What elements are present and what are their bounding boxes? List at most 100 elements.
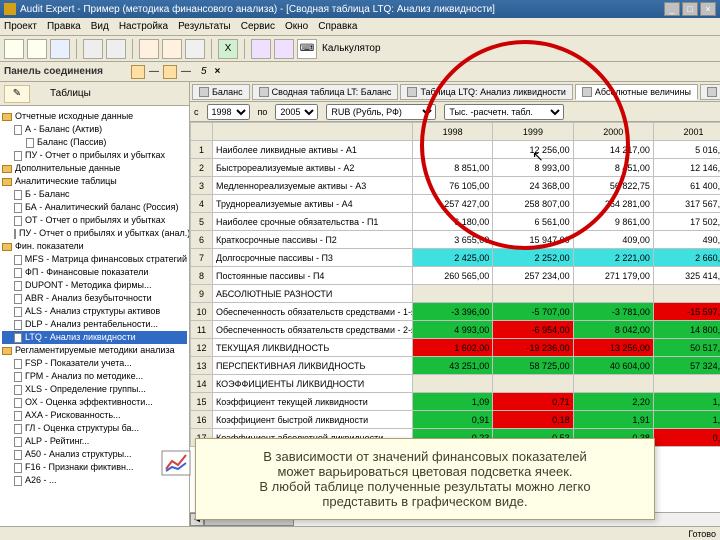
excel-export-button[interactable]: X xyxy=(218,39,238,59)
data-grid[interactable]: 199819992000200120021Наиболее ликвидные … xyxy=(190,122,720,447)
cell[interactable]: 260 565,00 xyxy=(413,267,493,285)
cell[interactable]: 317 567,25 xyxy=(653,195,720,213)
table-row[interactable]: 16Коэффициент быстрой ликвидности0,910,1… xyxy=(191,411,720,429)
tree-node[interactable]: ГРМ - Анализ по методике... xyxy=(2,370,187,383)
cell[interactable]: 0,71 xyxy=(493,393,573,411)
cell[interactable] xyxy=(413,375,493,393)
open-button[interactable] xyxy=(27,39,47,59)
cell[interactable]: 490,82 xyxy=(653,231,720,249)
menu-item[interactable]: Результаты xyxy=(178,21,231,32)
maximize-button[interactable]: □ xyxy=(682,2,698,16)
menu-item[interactable]: Окно xyxy=(285,21,308,32)
cell[interactable]: 1 602,00 xyxy=(413,339,493,357)
tree-node[interactable]: ОТ - Отчет о прибылях и убытках xyxy=(2,214,187,227)
cell[interactable]: 8 451,00 xyxy=(573,159,653,177)
cell[interactable]: 14 800,41 xyxy=(653,321,720,339)
table-row[interactable]: 15Коэффициент текущей ликвидности1,090,7… xyxy=(191,393,720,411)
cell[interactable]: 8 042,00 xyxy=(573,321,653,339)
column-header[interactable]: 1999 xyxy=(493,123,573,141)
cell[interactable]: 58 725,00 xyxy=(493,357,573,375)
cell[interactable]: -5 707,00 xyxy=(493,303,573,321)
cell[interactable]: 50 517,00 xyxy=(653,339,720,357)
cell[interactable]: 2 425,00 xyxy=(413,249,493,267)
tree-node[interactable]: XLS - Определение группы... xyxy=(2,383,187,396)
cell[interactable]: 4 993,00 xyxy=(413,321,493,339)
cell[interactable]: -19 236,00 xyxy=(493,339,573,357)
preview-button[interactable] xyxy=(106,39,126,59)
table-row[interactable]: 10Обеспеченность обязательств средствами… xyxy=(191,303,720,321)
table-row[interactable]: 2Быстрореализуемые активы - А28 851,008 … xyxy=(191,159,720,177)
cell[interactable]: 264 281,00 xyxy=(573,195,653,213)
menu-item[interactable]: Справка xyxy=(318,21,357,32)
cell[interactable]: 9 861,00 xyxy=(573,213,653,231)
cell[interactable]: 24 368,00 xyxy=(493,177,573,195)
table-row[interactable]: 4Труднореализуемые активы - А4257 427,00… xyxy=(191,195,720,213)
cell[interactable]: -3 396,00 xyxy=(413,303,493,321)
cell[interactable]: 1,55 xyxy=(653,393,720,411)
cell[interactable]: 40 604,00 xyxy=(573,357,653,375)
tree-node[interactable]: Аналитические таблицы xyxy=(2,175,187,188)
cell[interactable]: -3 781,00 xyxy=(573,303,653,321)
cell[interactable]: 0,91 xyxy=(413,411,493,429)
cell[interactable]: 17 502,00 xyxy=(653,213,720,231)
cell[interactable]: 257 427,00 xyxy=(413,195,493,213)
year-from-select[interactable]: 1998 xyxy=(207,104,250,120)
minimize-button[interactable]: _ xyxy=(664,2,680,16)
cell[interactable] xyxy=(573,285,653,303)
cell[interactable]: 8 851,00 xyxy=(413,159,493,177)
cell[interactable]: 14 217,00 xyxy=(573,141,653,159)
cell[interactable]: -15 597,82 xyxy=(653,303,720,321)
cell[interactable] xyxy=(573,375,653,393)
table-row[interactable]: 14КОЭФФИЦИЕНТЫ ЛИКВИДНОСТИ xyxy=(191,375,720,393)
undo-button[interactable] xyxy=(185,39,205,59)
cell[interactable]: 15 947,00 xyxy=(493,231,573,249)
cell[interactable]: 6 561,00 xyxy=(493,213,573,231)
tree-node[interactable]: ALS - Анализ структуры активов xyxy=(2,305,187,318)
chart-button[interactable] xyxy=(251,39,271,59)
tree-node[interactable]: FSP - Показатели учета... xyxy=(2,357,187,370)
cell[interactable]: 2 252,00 xyxy=(493,249,573,267)
cell[interactable] xyxy=(653,375,720,393)
sheet-tab[interactable]: Соотношение LTQ: Анализ ликвидности xyxy=(700,84,720,100)
table-row[interactable]: 6Краткосрочные пассивы - П23 655,0015 94… xyxy=(191,231,720,249)
tree-node[interactable]: А - Баланс (Актив) xyxy=(2,123,187,136)
cell[interactable]: 12 256,00 xyxy=(493,141,573,159)
tree-node[interactable]: МFS - Матрица финансовых стратегий xyxy=(2,253,187,266)
tree-node[interactable]: ПУ - Отчет о прибылях и убытках xyxy=(2,149,187,162)
tree-node[interactable]: БА - Аналитический баланс (Россия) xyxy=(2,201,187,214)
cell[interactable]: 3 655,00 xyxy=(413,231,493,249)
table-row[interactable]: 1Наиболее ликвидные активы - А112 256,00… xyxy=(191,141,720,159)
tree-node[interactable]: DLP - Анализ рентабельности... xyxy=(2,318,187,331)
cell[interactable]: 8 993,00 xyxy=(493,159,573,177)
tree-node[interactable]: ФП - Финансовые показатели xyxy=(2,266,187,279)
tree-node[interactable]: ПУ - Отчет о прибылях и убытках (анал.) xyxy=(2,227,187,240)
column-header[interactable]: 2001 xyxy=(653,123,720,141)
menu-item[interactable]: Вид xyxy=(91,21,109,32)
wizard-button[interactable] xyxy=(274,39,294,59)
tree-node[interactable]: Отчетные исходные данные xyxy=(2,110,187,123)
process-button[interactable] xyxy=(131,65,145,79)
cell[interactable]: 12 146,25 xyxy=(653,159,720,177)
menu-item[interactable]: Настройка xyxy=(119,21,168,32)
menu-item[interactable]: Проект xyxy=(4,21,37,32)
tree-node[interactable]: ОХ - Оценка эффективности... xyxy=(2,396,187,409)
cell[interactable]: 13 256,00 xyxy=(573,339,653,357)
paste-button[interactable] xyxy=(162,39,182,59)
cell[interactable]: 6 180,00 xyxy=(413,213,493,231)
currency-select[interactable]: RUB (Рубль, РФ) xyxy=(326,104,436,120)
sheet-tab[interactable]: Таблица LTQ: Анализ ликвидности xyxy=(400,84,572,100)
cell[interactable]: 43 251,00 xyxy=(413,357,493,375)
tree-node[interactable]: Баланс (Пассив) xyxy=(2,136,187,149)
column-header[interactable]: 2000 xyxy=(573,123,653,141)
tree-node[interactable]: Фин. показатели xyxy=(2,240,187,253)
tree-node[interactable]: ABR - Анализ безубыточности xyxy=(2,292,187,305)
cell[interactable]: 2 221,00 xyxy=(573,249,653,267)
cell[interactable] xyxy=(413,285,493,303)
year-to-select[interactable]: 2005 xyxy=(275,104,318,120)
cell[interactable]: 325 414,82 xyxy=(653,267,720,285)
tree-node[interactable]: ГЛ - Оценка структуры ба... xyxy=(2,422,187,435)
cell[interactable]: 0,18 xyxy=(493,411,573,429)
process-button-2[interactable] xyxy=(163,65,177,79)
cell[interactable] xyxy=(493,375,573,393)
table-row[interactable]: 13ПЕРСПЕКТИВНАЯ ЛИКВИДНОСТЬ43 251,0058 7… xyxy=(191,357,720,375)
